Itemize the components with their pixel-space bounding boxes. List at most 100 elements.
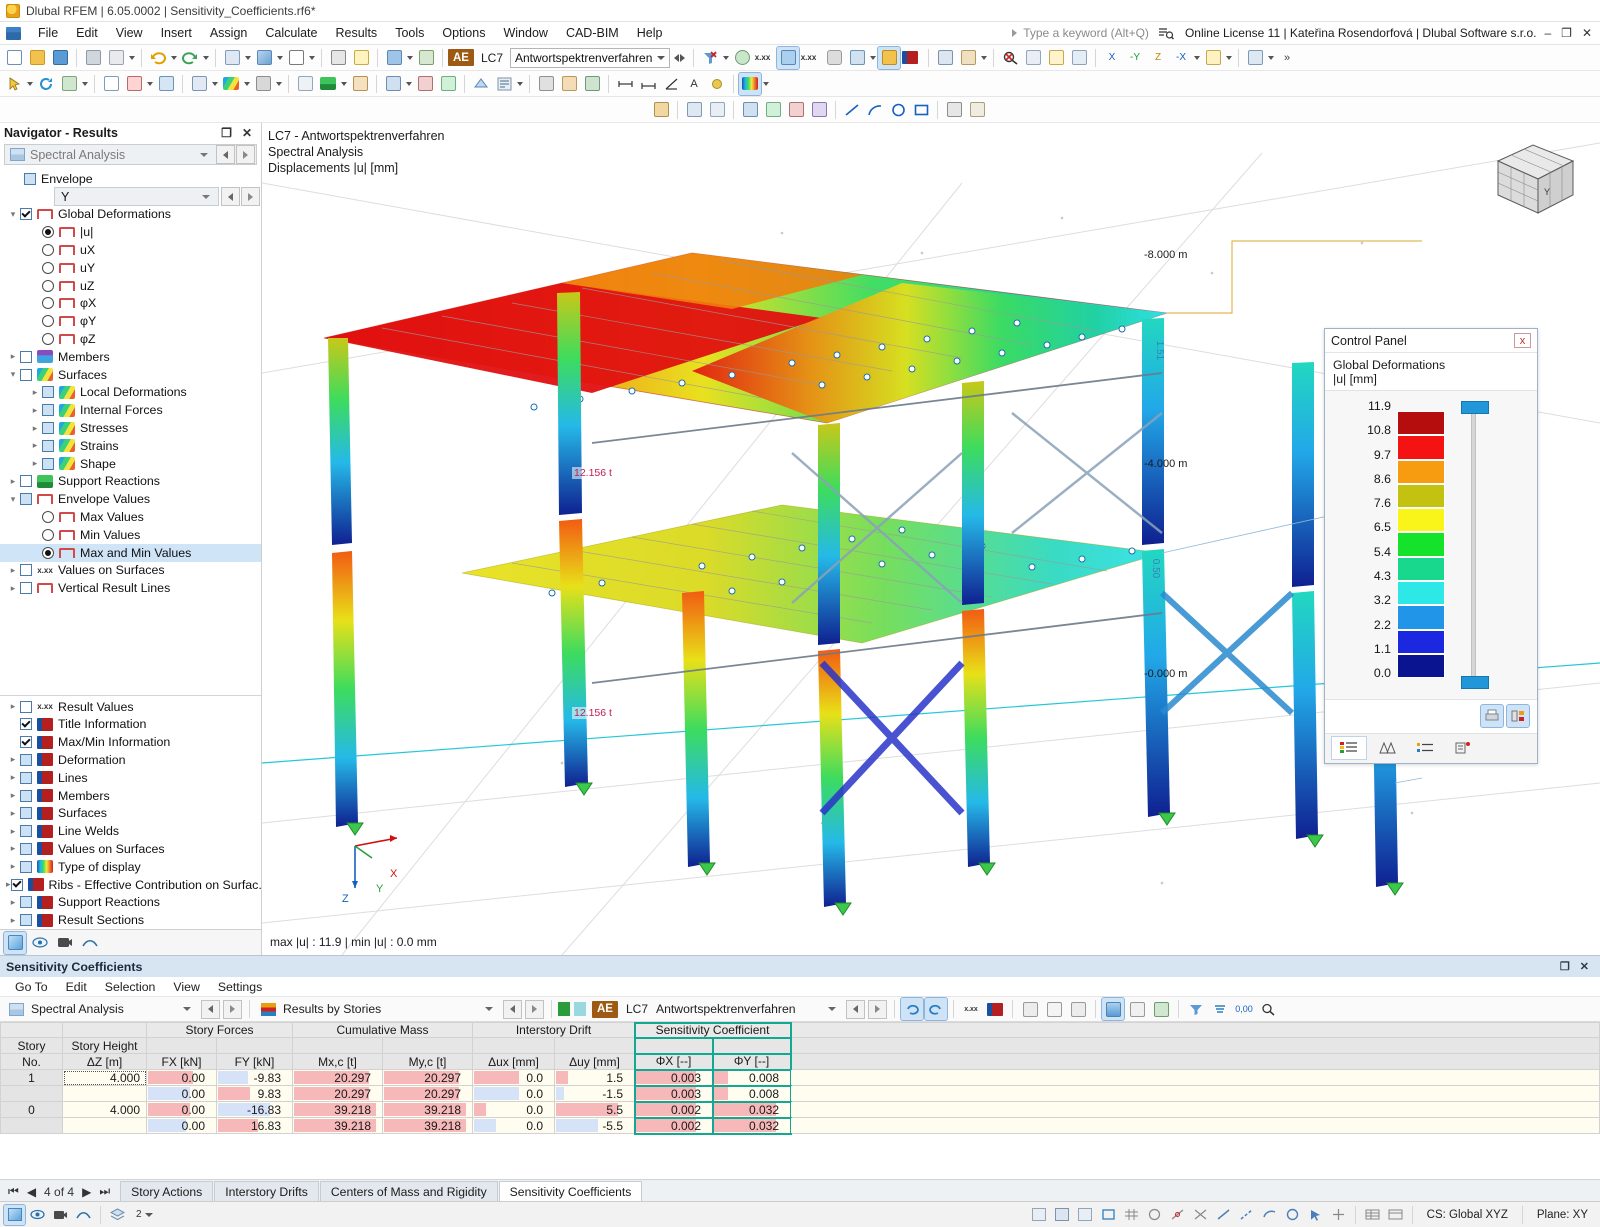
table-filter-icon[interactable] (1126, 998, 1148, 1020)
pager-prev-button[interactable]: ◀ (27, 1185, 36, 1199)
tree-item-support-reactions[interactable]: ▸ Support Reactions (0, 893, 261, 911)
view-x-icon[interactable]: X (1101, 47, 1123, 69)
analysis-next-button[interactable] (236, 145, 255, 164)
member-dropdown[interactable] (211, 73, 219, 95)
tree-item-surfaces[interactable]: ▾ Surfaces (0, 366, 261, 384)
section-icon[interactable] (383, 47, 405, 69)
perspective-dropdown[interactable] (1225, 47, 1233, 69)
table-grid1-icon[interactable] (1019, 998, 1041, 1020)
mesh-show-icon[interactable] (535, 73, 557, 95)
abacus-dropdown[interactable] (980, 47, 988, 69)
magic-wand-icon[interactable] (58, 73, 80, 95)
result-values-icon[interactable]: x.xx (754, 47, 776, 69)
checkbox-Line Welds[interactable] (20, 825, 32, 838)
tree-item-u[interactable]: |u| (0, 223, 261, 241)
node-icon[interactable] (123, 73, 145, 95)
radio-uY[interactable] (42, 261, 54, 274)
rotate-view-icon[interactable] (1068, 47, 1090, 69)
table-icon[interactable] (285, 47, 307, 69)
table-lc-name[interactable]: Antwortspektrenverfahren (656, 1002, 826, 1016)
table-analysis-prev[interactable] (201, 999, 220, 1019)
line-style-icon[interactable] (841, 99, 863, 121)
text-icon[interactable]: A (683, 73, 705, 95)
render-dropdown[interactable] (276, 47, 284, 69)
redo-table-icon[interactable] (924, 997, 948, 1021)
cell-fy[interactable]: -16.83 (216, 1101, 293, 1118)
section-dropdown[interactable] (406, 47, 414, 69)
chevron-right-icon[interactable]: ▸ (6, 790, 20, 801)
radio-uX[interactable] (42, 244, 54, 257)
table-analysis-combo-value[interactable]: Spectral Analysis (31, 1002, 181, 1016)
cell-myc[interactable]: 20.297 (382, 1069, 473, 1086)
keyword-search[interactable]: Type a keyword (Alt+Q) (1012, 26, 1155, 40)
arc-icon[interactable] (864, 99, 886, 121)
status-model-icon[interactable] (3, 1203, 26, 1226)
cell-phix[interactable]: 0.002 (633, 1116, 714, 1135)
cell-dux[interactable]: 0.0 (472, 1085, 555, 1102)
cell-phix[interactable]: 0.003 (633, 1068, 714, 1087)
tree-item-values-on-surfaces[interactable]: ▸ Values on Surfaces (0, 840, 261, 858)
cell-story-height[interactable] (62, 1085, 147, 1102)
refresh-icon[interactable] (35, 73, 57, 95)
tree-item-shape[interactable]: ▸ Shape (0, 455, 261, 473)
chevron-right-icon[interactable]: ▸ (28, 387, 42, 398)
table-chart-icon[interactable] (1101, 997, 1125, 1021)
checkbox-Lines[interactable] (20, 771, 32, 784)
checkbox-Strains[interactable] (42, 439, 54, 452)
chevron-right-icon[interactable]: ▸ (28, 405, 42, 416)
status-osnap-icon[interactable] (1167, 1205, 1188, 1225)
checkbox-Shape[interactable] (42, 457, 54, 470)
scale-tab[interactable] (1369, 736, 1405, 760)
measure-icon[interactable] (327, 47, 349, 69)
tree-item-lines[interactable]: ▸ Lines (0, 769, 261, 787)
table-row[interactable]: 0 4.000 0.00 -16.83 39.218 39.218 0.0 5.5 0.002 0… (0, 1100, 1600, 1119)
envelope-axis-next[interactable] (241, 187, 260, 207)
color-scale-icon[interactable] (738, 71, 762, 96)
polar-icon[interactable] (808, 99, 830, 121)
status-layer-icon[interactable] (107, 1205, 128, 1225)
chevron-right-icon[interactable]: ▸ (6, 861, 20, 872)
select-icon[interactable] (3, 73, 25, 95)
tree-item-ribs-effective-contribution-on-surfac[interactable]: ▸ Ribs - Effective Contribution on Surfac… (0, 876, 269, 894)
chevron-right-icon[interactable]: ▸ (6, 843, 20, 854)
undo-dropdown[interactable] (170, 47, 178, 69)
checkbox-Vertical Result Lines[interactable] (20, 582, 32, 595)
checkbox-Envelope Values[interactable] (20, 493, 32, 506)
results-combo-value[interactable]: Results by Stories (283, 1002, 483, 1016)
legend-slider-knob-max[interactable] (1461, 401, 1489, 414)
decimals-icon[interactable]: 0,00 (1233, 998, 1255, 1020)
radio-φZ[interactable] (42, 333, 54, 346)
tree-item-internal-forces[interactable]: ▸ Internal Forces (0, 401, 261, 419)
tree-item-envelope[interactable]: Envelope (0, 170, 261, 188)
checkbox-Max/Min Information[interactable] (20, 736, 32, 749)
undo-icon[interactable] (147, 47, 169, 69)
navigator-close-icon[interactable]: ✕ (237, 126, 257, 140)
navigator-views-tab[interactable] (29, 932, 51, 954)
tree-item-y[interactable]: φY (0, 312, 261, 330)
table-search-icon[interactable] (1257, 998, 1279, 1020)
navigator-render-tab[interactable] (54, 932, 76, 954)
load-case-prev[interactable] (671, 47, 679, 69)
status-table2-icon[interactable] (1385, 1205, 1406, 1225)
table-menu-selection[interactable]: Selection (96, 978, 165, 996)
checkbox-Members[interactable] (20, 350, 32, 363)
cell-myc[interactable]: 39.218 (382, 1101, 473, 1118)
window-minimize-button[interactable]: – (1544, 26, 1551, 40)
new-model-icon[interactable] (100, 73, 122, 95)
menu-insert[interactable]: Insert (152, 23, 201, 43)
color-scale-dropdown[interactable] (762, 73, 770, 95)
cell-duy[interactable]: -1.5 (554, 1085, 635, 1102)
mesh-refine-icon[interactable] (470, 73, 492, 95)
deformation-icon[interactable] (731, 47, 753, 69)
pager-next-button[interactable]: ▶ (82, 1185, 91, 1199)
table-analysis-next[interactable] (223, 999, 242, 1019)
tree-item-envelope-values[interactable]: ▾ Envelope Values (0, 490, 261, 508)
checkbox-Global Deformations[interactable] (20, 208, 32, 221)
chevron-down-icon[interactable] (183, 1007, 191, 1011)
status-ortho-icon[interactable] (1098, 1205, 1119, 1225)
view-cube-icon[interactable]: Y (1478, 131, 1588, 226)
menu-help[interactable]: Help (628, 23, 672, 43)
analysis-type-combo[interactable]: Spectral Analysis (4, 144, 257, 165)
chevron-right-icon[interactable]: ▸ (6, 476, 20, 487)
result-diagram-icon[interactable] (901, 47, 923, 69)
